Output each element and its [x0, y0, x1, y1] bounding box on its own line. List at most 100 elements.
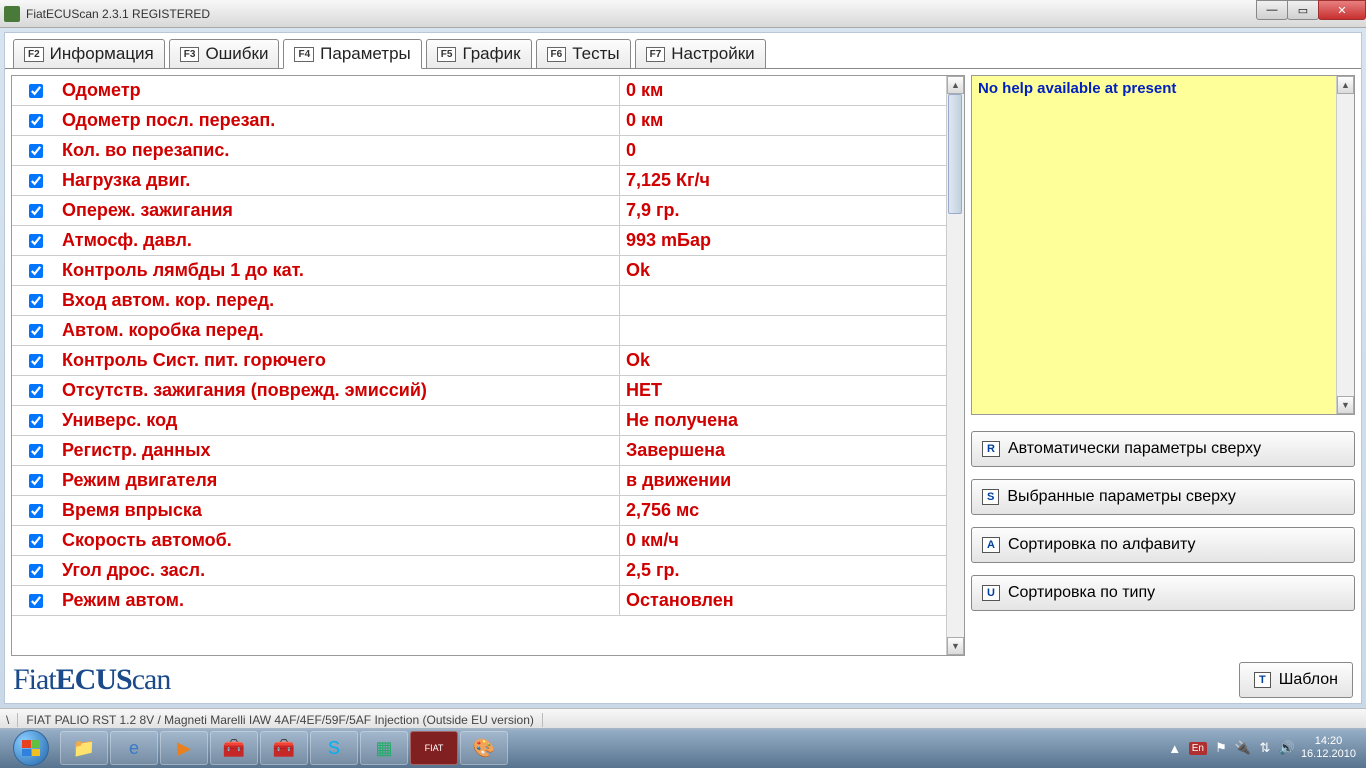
param-value: 0 км [620, 80, 946, 101]
tab-f6[interactable]: F6Тесты [536, 39, 631, 69]
windows-orb-icon [13, 730, 49, 766]
param-checkbox[interactable] [29, 564, 43, 578]
taskbar-ie-icon[interactable]: e [110, 731, 158, 765]
sort-button-a[interactable]: AСортировка по алфавиту [971, 527, 1355, 563]
params-scrollbar[interactable]: ▲ ▼ [946, 76, 964, 655]
param-checkbox[interactable] [29, 294, 43, 308]
param-name: Опереж. зажигания [60, 196, 620, 225]
tab-f5[interactable]: F5График [426, 39, 532, 69]
sort-label: Сортировка по типу [1008, 584, 1155, 602]
scroll-up-arrow-icon[interactable]: ▲ [1337, 76, 1354, 94]
tab-bar: F2ИнформацияF3ОшибкиF4ПараметрыF5ГрафикF… [5, 33, 1361, 69]
param-checkbox[interactable] [29, 174, 43, 188]
param-checkbox[interactable] [29, 144, 43, 158]
tray-usb-icon[interactable]: ⇅ [1257, 740, 1273, 756]
taskbar-app1-icon[interactable]: ▦ [360, 731, 408, 765]
param-checkbox-cell [12, 444, 60, 458]
param-checkbox[interactable] [29, 264, 43, 278]
param-checkbox-cell [12, 474, 60, 488]
taskbar-explorer-icon[interactable]: 📁 [60, 731, 108, 765]
tray-network-icon[interactable]: 🔌 [1235, 740, 1251, 756]
param-checkbox[interactable] [29, 444, 43, 458]
param-checkbox[interactable] [29, 384, 43, 398]
maximize-button[interactable]: ▭ [1287, 0, 1319, 20]
bottom-bar: FiatECUScan T Шаблон [5, 657, 1361, 703]
param-checkbox[interactable] [29, 354, 43, 368]
tray-clock[interactable]: 14:20 16.12.2010 [1301, 735, 1356, 761]
param-checkbox[interactable] [29, 414, 43, 428]
param-row: Угол дрос. засл.2,5 гр. [12, 556, 946, 586]
tray-action-icon[interactable]: ⚑ [1213, 740, 1229, 756]
param-checkbox-cell [12, 294, 60, 308]
param-name: Контроль лямбды 1 до кат. [60, 256, 620, 285]
param-checkbox[interactable] [29, 204, 43, 218]
param-name: Регистр. данных [60, 436, 620, 465]
sort-label: Автоматически параметры сверху [1008, 440, 1261, 458]
taskbar-paint-icon[interactable]: 🎨 [460, 731, 508, 765]
tab-f3[interactable]: F3Ошибки [169, 39, 280, 69]
param-row: Вход автом. кор. перед. [12, 286, 946, 316]
scroll-down-arrow-icon[interactable]: ▼ [1337, 396, 1354, 414]
taskbar-skype-icon[interactable]: S [310, 731, 358, 765]
taskbar-toolbox2-icon[interactable]: 🧰 [260, 731, 308, 765]
param-value: 2,756 мс [620, 500, 946, 521]
param-name: Кол. во перезапис. [60, 136, 620, 165]
param-checkbox-cell [12, 174, 60, 188]
tab-f2[interactable]: F2Информация [13, 39, 165, 69]
param-checkbox[interactable] [29, 324, 43, 338]
param-checkbox[interactable] [29, 474, 43, 488]
close-button[interactable]: ✕ [1318, 0, 1366, 20]
tab-key: F2 [24, 47, 44, 62]
taskbar-media-icon[interactable]: ▶ [160, 731, 208, 765]
parameters-panel: Одометр0 кмОдометр посл. перезап.0 кмКол… [11, 75, 965, 656]
param-value: Остановлен [620, 590, 946, 611]
app-icon [4, 6, 20, 22]
param-checkbox-cell [12, 144, 60, 158]
param-checkbox[interactable] [29, 234, 43, 248]
param-name: Одометр [60, 76, 620, 105]
param-checkbox[interactable] [29, 84, 43, 98]
tab-f7[interactable]: F7Настройки [635, 39, 766, 69]
taskbar-toolbox1-icon[interactable]: 🧰 [210, 731, 258, 765]
param-checkbox[interactable] [29, 534, 43, 548]
param-checkbox[interactable] [29, 114, 43, 128]
param-checkbox-cell [12, 354, 60, 368]
param-row: Автом. коробка перед. [12, 316, 946, 346]
param-name: Контроль Сист. пит. горючего [60, 346, 620, 375]
param-row: Регистр. данныхЗавершена [12, 436, 946, 466]
tab-key: F5 [437, 47, 457, 62]
scroll-down-arrow-icon[interactable]: ▼ [947, 637, 964, 655]
sort-button-u[interactable]: U Сортировка по типу [971, 575, 1355, 611]
tab-key: F4 [294, 47, 314, 62]
minimize-button[interactable]: — [1256, 0, 1288, 20]
param-name: Вход автом. кор. перед. [60, 286, 620, 315]
param-value: 7,125 Кг/ч [620, 170, 946, 191]
template-button[interactable]: T Шаблон [1239, 662, 1353, 698]
sort-button-r[interactable]: R Автоматически параметры сверху [971, 431, 1355, 467]
param-name: Атмосф. давл. [60, 226, 620, 255]
help-scrollbar[interactable]: ▲ ▼ [1336, 76, 1354, 414]
param-checkbox[interactable] [29, 504, 43, 518]
param-row: Режим автом.Остановлен [12, 586, 946, 616]
param-checkbox-cell [12, 564, 60, 578]
scroll-up-arrow-icon[interactable]: ▲ [947, 76, 964, 94]
scroll-thumb[interactable] [948, 94, 962, 214]
content-area: Одометр0 кмОдометр посл. перезап.0 кмКол… [5, 68, 1361, 662]
param-name: Угол дрос. засл. [60, 556, 620, 585]
tray-language[interactable]: En [1189, 742, 1207, 755]
sort-buttons: R Автоматически параметры сверху SВыбранны… [971, 423, 1355, 611]
param-row: Контроль лямбды 1 до кат.Ok [12, 256, 946, 286]
sort-button-s[interactable]: SВыбранные параметры сверху [971, 479, 1355, 515]
param-checkbox[interactable] [29, 594, 43, 608]
param-name: Нагрузка двиг. [60, 166, 620, 195]
sort-key: R [982, 441, 1000, 457]
taskbar-fiat-icon[interactable]: FIAT [410, 731, 458, 765]
tray-chevron-icon[interactable]: ▲ [1167, 740, 1183, 756]
sort-label: Сортировка по алфавиту [1008, 536, 1196, 554]
tab-f4[interactable]: F4Параметры [283, 39, 421, 69]
start-button[interactable] [4, 730, 58, 766]
tray-volume-icon[interactable]: 🔊 [1279, 740, 1295, 756]
sort-key: U [982, 585, 1000, 601]
param-value: НЕТ [620, 380, 946, 401]
param-name: Автом. коробка перед. [60, 316, 620, 345]
